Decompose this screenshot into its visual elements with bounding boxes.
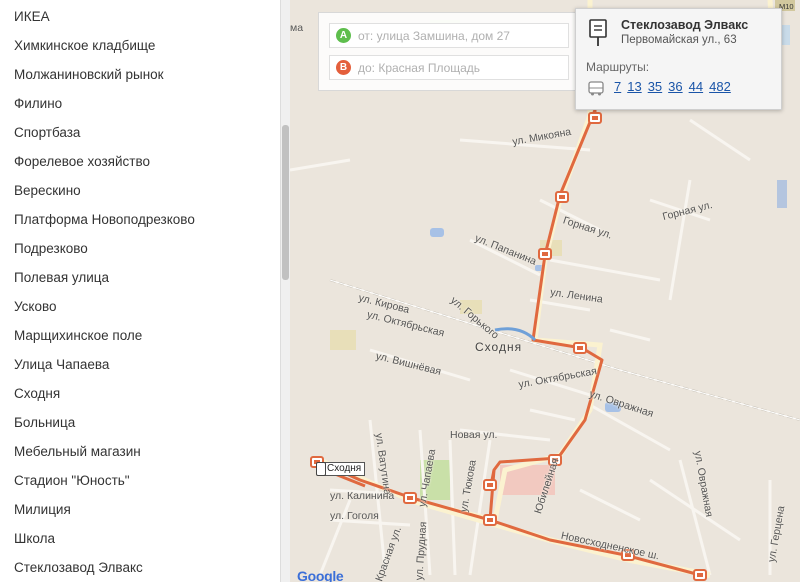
stop-list-item[interactable]: ИКЕА	[0, 2, 290, 31]
bus-stop-marker[interactable]	[483, 514, 497, 526]
street-label: ул. Калинина	[330, 490, 395, 502]
route-link[interactable]: 7	[614, 79, 621, 94]
bus-stop-icon	[592, 116, 598, 120]
route-search-box: A B	[318, 12, 576, 91]
route-link[interactable]: 35	[648, 79, 662, 94]
routes-label: Маршруты:	[586, 60, 650, 74]
bus-stop-marker[interactable]	[573, 342, 587, 354]
stop-list-item[interactable]: Усково	[0, 292, 290, 321]
bus-stop-icon	[697, 573, 703, 577]
bus-stop-marker[interactable]	[538, 248, 552, 260]
bus-stop-icon	[487, 518, 493, 522]
stop-list: ИКЕА Химкинское кладбище Молжаниновский ры…	[0, 2, 290, 582]
stop-list-item[interactable]: Спортбаза	[0, 118, 290, 147]
stop-list-item[interactable]: Милиция	[0, 495, 290, 524]
hand-cursor-icon	[316, 462, 326, 476]
stop-list-item[interactable]: Сходня	[0, 379, 290, 408]
route-to-input[interactable]	[358, 60, 558, 75]
stop-list-item[interactable]: Больница	[0, 408, 290, 437]
route-from-input[interactable]	[358, 28, 558, 43]
route-link[interactable]: 13	[627, 79, 641, 94]
bus-stop-icon	[577, 346, 583, 350]
stop-list-item[interactable]: Мебельный магазин	[0, 437, 290, 466]
route-link[interactable]: 36	[668, 79, 682, 94]
stop-title: Стеклозавод Элвакс	[621, 18, 749, 32]
minor-streets	[290, 118, 772, 576]
stop-list-item[interactable]: Верескино	[0, 176, 290, 205]
water-pond	[430, 228, 444, 237]
bus-stop-marker[interactable]	[483, 479, 497, 491]
route-from-field[interactable]: A	[329, 23, 569, 48]
water-pond	[777, 180, 787, 208]
bus-stop-marker[interactable]	[693, 569, 707, 581]
stop-list-item[interactable]: Платформа Новоподрезково	[0, 205, 290, 234]
stop-address: Первомайская ул., 63	[621, 34, 737, 46]
school-area	[330, 330, 356, 350]
stop-list-item[interactable]: Молжаниновский рынок	[0, 60, 290, 89]
google-logo: Google	[297, 568, 344, 582]
marker-a-icon: A	[336, 28, 351, 43]
bus-stop-sign-icon	[589, 19, 607, 46]
bus-stop-marker[interactable]	[403, 492, 417, 504]
bus-stop-icon	[559, 195, 565, 199]
stop-list-item[interactable]: Химкинское кладбище	[0, 31, 290, 60]
bus-stop-marker[interactable]	[588, 112, 602, 124]
stop-list-item[interactable]: Марщихинское поле	[0, 321, 290, 350]
bus-stop-icon	[542, 252, 548, 256]
stop-list-item[interactable]: Стеклозавод Элвакс	[0, 553, 290, 582]
stop-list-item[interactable]: Улица Чапаева	[0, 350, 290, 379]
district-label: Сходня	[475, 340, 523, 354]
bus-stop-icon	[407, 496, 413, 500]
bus-stop-marker[interactable]	[555, 191, 569, 203]
route-link[interactable]: 44	[689, 79, 703, 94]
stop-list-panel: ИКЕА Химкинское кладбище Молжаниновский ры…	[0, 0, 290, 582]
route-links: 7 13 35 36 44 482	[614, 79, 731, 94]
stop-info-card: Стеклозавод Элвакс Первомайская ул., 63 …	[575, 8, 782, 110]
stop-callout: Сходня	[323, 462, 366, 476]
google-logo-text: Google	[297, 568, 344, 582]
bus-icon	[588, 81, 604, 96]
route-link[interactable]: 482	[709, 79, 731, 94]
map-label-fragment: ма	[290, 22, 304, 34]
bus-stop-icon	[487, 483, 493, 487]
stop-list-item[interactable]: Подрезково	[0, 234, 290, 263]
marker-b-icon: B	[336, 60, 351, 75]
stop-list-item[interactable]: Полевая улица	[0, 263, 290, 292]
street-label: Новая ул.	[450, 429, 498, 441]
stop-list-item[interactable]: Стадион "Юность"	[0, 466, 290, 495]
scrollbar-thumb[interactable]	[282, 125, 289, 280]
route-to-field[interactable]: B	[329, 55, 569, 80]
street-label: ул. Гоголя	[330, 510, 379, 522]
stop-list-item[interactable]: Филино	[0, 89, 290, 118]
scrollbar-track[interactable]	[281, 0, 290, 582]
stop-list-item[interactable]: Форелевое хозяйство	[0, 147, 290, 176]
stop-list-item[interactable]: Школа	[0, 524, 290, 553]
